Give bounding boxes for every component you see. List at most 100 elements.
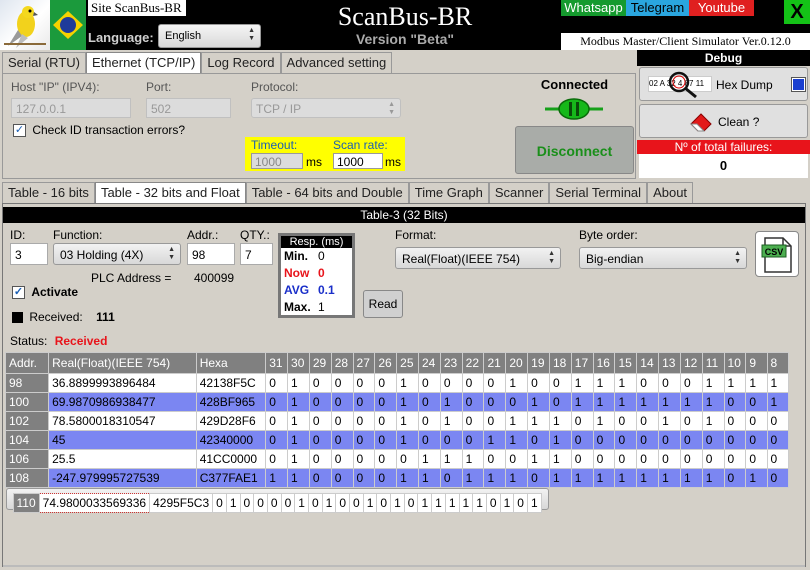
tab-table-16[interactable]: Table - 16 bits <box>2 182 95 203</box>
value-cell[interactable]: 25.5 <box>48 449 197 469</box>
value-cell[interactable]: 78.5800018310547 <box>48 411 197 431</box>
bit-cell: 1 <box>658 468 681 488</box>
column-header-bit: 22 <box>461 352 485 374</box>
disconnect-button[interactable]: Disconnect <box>515 126 634 174</box>
activate-checkbox[interactable]: ✓ <box>12 286 25 300</box>
tab-advanced-setting[interactable]: Advanced setting <box>280 52 393 73</box>
value-cell[interactable]: 74.9800033569336 <box>38 493 151 513</box>
bit-cell: 0 <box>766 449 789 469</box>
row-address-cell: 108 <box>5 468 50 488</box>
bit-cell: 0 <box>374 411 398 431</box>
bit-cell: 1 <box>396 430 419 450</box>
tab-table-32[interactable]: Table - 32 bits and Float <box>94 182 246 203</box>
export-csv-button[interactable]: CSV <box>755 231 799 277</box>
bit-cell: 0 <box>723 392 747 412</box>
resp-max-value: 1 <box>318 300 325 314</box>
bit-cell: 1 <box>483 430 507 450</box>
format-value: Real(Float)(IEEE 754) <box>402 252 521 266</box>
column-header-bit: 31 <box>265 352 289 374</box>
table-row[interactable]: 108 -247.979995727539 C377FAE1 1 1 0 0 0 0 1 1 0 1 1 1… <box>5 468 789 488</box>
addr-input[interactable]: 98 <box>187 243 235 265</box>
row-address-cell: 106 <box>5 449 50 469</box>
tab-time-graph[interactable]: Time Graph <box>408 182 489 203</box>
bit-cell: 1 <box>225 493 241 513</box>
function-select[interactable]: 03 Holding (4X) ▲ ▼ <box>53 243 181 265</box>
bit-cell: 1 <box>287 468 310 488</box>
column-header-bit: 23 <box>439 352 463 374</box>
bit-cell: 0 <box>418 430 441 450</box>
bit-cell: 1 <box>483 468 507 488</box>
bit-cell: 0 <box>335 493 351 513</box>
bit-cell: 0 <box>723 430 747 450</box>
table-row[interactable]: 106 25.5 41CC0000 0 1 0 0 0 0 0 1 1 1 0 0 1 1 0 0 0 0 0 0 0 0 0 0 <box>5 449 789 469</box>
table-row[interactable]: 100 69.9870986938477 428BF965 0 1 0 0 0 0 1 0 1 0 0 0 1… <box>5 392 789 412</box>
tab-log-record[interactable]: Log Record <box>201 52 281 73</box>
table-row[interactable]: 102 78.5800018310547 429D28F6 0 1 0 0 0 0 1 0 1 0 0 1 1… <box>5 411 789 431</box>
hex-dump-button[interactable]: 02 A 32 4 87 11 Hex Dump <box>639 67 808 101</box>
resp-min-value: 0 <box>318 249 325 263</box>
port-input[interactable]: 502 <box>146 98 231 118</box>
bit-cell: 0 <box>745 430 768 450</box>
whatsapp-link[interactable]: Whatsapp <box>561 0 626 16</box>
bit-cell: 0 <box>308 373 332 393</box>
horizontal-scrollbar[interactable] <box>3 565 805 567</box>
column-header-bit: 11 <box>701 352 725 374</box>
clean-button[interactable]: Clean ? <box>639 104 808 138</box>
tab-serial-terminal[interactable]: Serial Terminal <box>549 182 648 203</box>
resp-now-row: Now 0 <box>281 265 352 282</box>
telegram-link[interactable]: Telegram <box>626 0 689 16</box>
close-button[interactable]: X <box>784 0 810 24</box>
tab-table-64[interactable]: Table - 64 bits and Double <box>245 182 409 203</box>
bit-cell: 0 <box>570 449 594 469</box>
addr-label: Addr.: <box>187 228 219 242</box>
bit-cell: 0 <box>266 493 282 513</box>
timeout-input[interactable]: 1000 <box>251 153 303 169</box>
bit-cell: 0 <box>461 373 485 393</box>
value-cell[interactable]: 45 <box>48 430 197 450</box>
register-table: Addr. Real(Float)(IEEE 754) Hexa 31 30 29 28 27… <box>5 352 789 513</box>
bit-cell: 1 <box>766 373 789 393</box>
debug-title: Debug <box>637 50 810 66</box>
value-cell[interactable]: -247.979995727539 <box>48 468 197 488</box>
tab-ethernet[interactable]: Ethernet (TCP/IP) <box>86 52 202 73</box>
row-address-cell: 110 <box>12 493 40 513</box>
table-row[interactable]: 104 45 42340000 0 1 0 0 0 0 1 0 0 0 1 1 0 1 0 0 0 0 0 0 0 0 0 0 <box>5 430 789 450</box>
bit-cell: 1 <box>548 430 572 450</box>
value-cell[interactable]: 69.9870986938477 <box>48 392 197 412</box>
column-header-bit: 13 <box>658 352 681 374</box>
hex-dump-toggle[interactable] <box>791 77 806 92</box>
bit-cell: 1 <box>570 468 594 488</box>
resp-min-row: Min. 0 <box>281 248 352 265</box>
bit-cell: 0 <box>513 493 528 513</box>
scanrate-input[interactable]: 1000 <box>333 153 383 169</box>
bit-cell: 1 <box>527 411 550 431</box>
bit-cell: 1 <box>418 449 441 469</box>
table-row[interactable]: 98 36.8899993896484 42138F5C 0 1 0 0 0 0 1 0 0 0 0 1 0 0… <box>5 373 789 393</box>
bit-cell: 0 <box>592 449 616 469</box>
check-id-checkbox[interactable]: ✓ <box>13 124 26 138</box>
youtube-link[interactable]: Youtube <box>689 0 754 16</box>
column-header-bit: 19 <box>527 352 550 374</box>
select-arrows-icon: ▲ ▼ <box>548 250 555 265</box>
read-button[interactable]: Read <box>363 290 403 318</box>
bit-cell: 0 <box>253 493 268 513</box>
qty-input[interactable]: 7 <box>240 243 273 265</box>
format-select[interactable]: Real(Float)(IEEE 754) ▲ ▼ <box>395 247 561 269</box>
host-input[interactable]: 127.0.0.1 <box>11 98 131 118</box>
resp-now-value: 0 <box>318 266 325 280</box>
byte-order-select[interactable]: Big-endian ▲ ▼ <box>579 247 747 269</box>
bit-cell: 1 <box>396 468 419 488</box>
bit-cell: 1 <box>701 392 725 412</box>
column-header-bit: 12 <box>679 352 703 374</box>
bit-cell: 0 <box>636 411 660 431</box>
id-input[interactable]: 3 <box>10 243 48 265</box>
tab-scanner[interactable]: Scanner <box>488 182 550 203</box>
protocol-select[interactable]: TCP / IP ▲ ▼ <box>251 98 401 118</box>
value-cell[interactable]: 36.8899993896484 <box>48 373 197 393</box>
tab-about[interactable]: About <box>647 182 694 203</box>
timeout-unit: ms <box>306 155 322 169</box>
table-row[interactable]: 110 74.9800033569336 4295F5C3 0 1 0 0 0 0 1 0 1 0 0 1 0… <box>5 488 549 513</box>
hexa-cell: 42138F5C <box>195 373 267 393</box>
column-header-bit: 25 <box>396 352 419 374</box>
tab-serial-rtu[interactable]: Serial (RTU) <box>2 52 86 73</box>
